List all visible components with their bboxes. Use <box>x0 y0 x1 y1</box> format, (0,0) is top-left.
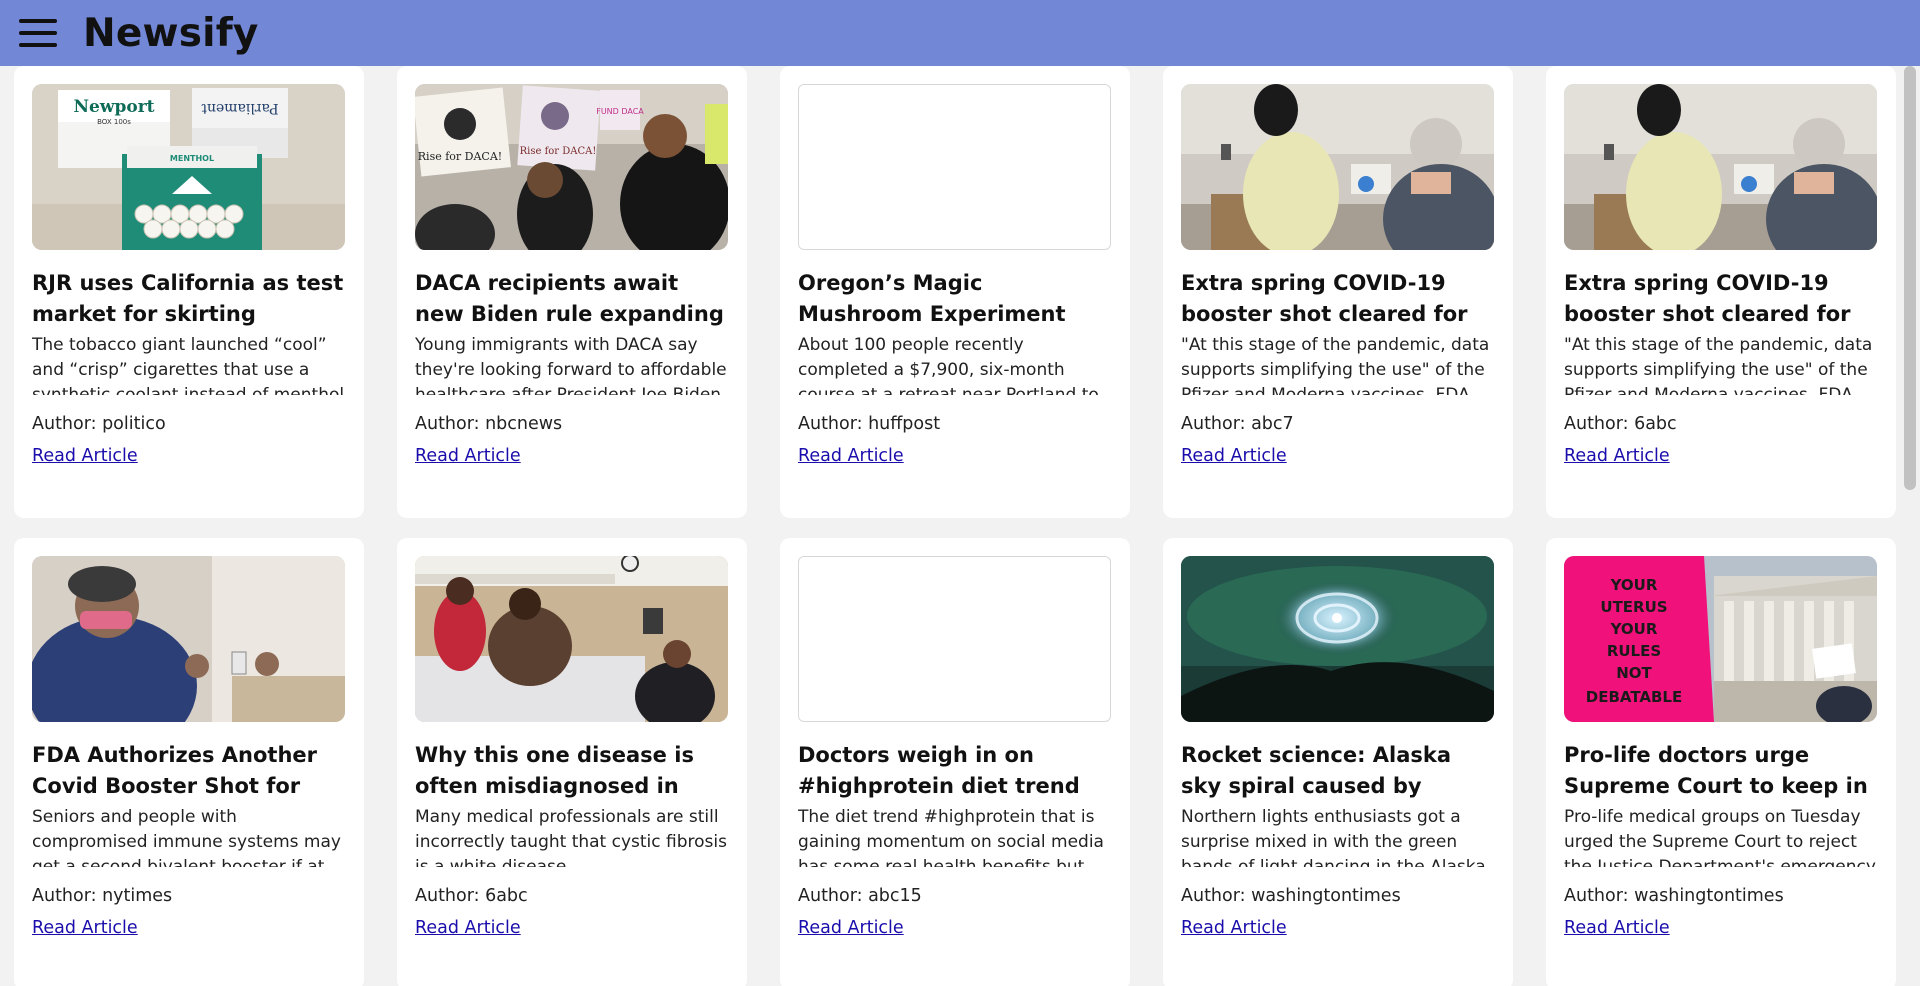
article-title: Doctors weigh in on #highprotein diet tr… <box>798 743 1080 798</box>
read-article-link[interactable]: Read Article <box>1564 446 1670 466</box>
svg-text:YOUR: YOUR <box>1610 620 1658 638</box>
article-grid: Newport BOX 100s Parliament MENTHOL RJR … <box>14 66 1896 986</box>
daca-protest-image: Rise for DACA! Rise for DACA! FUND DACA <box>415 84 728 250</box>
article-title: Pro-life doctors urge Supreme Court to k… <box>1564 743 1868 798</box>
article-description: Young immigrants with DACA say they're l… <box>415 335 727 395</box>
article-description: Many medical professionals are still inc… <box>415 807 727 867</box>
vertical-scrollbar[interactable] <box>1900 66 1920 986</box>
blank-image <box>798 556 1111 722</box>
article-title: Extra spring COVID-19 booster shot clear… <box>1181 271 1468 326</box>
clinic-patients-image <box>415 556 728 722</box>
svg-text:UTERUS: UTERUS <box>1600 598 1667 616</box>
vaccination-image <box>1564 84 1877 250</box>
read-article-link[interactable]: Read Article <box>1564 918 1670 938</box>
article-description: "At this stage of the pandemic, data sup… <box>1181 335 1490 395</box>
app-header: Newsify <box>0 0 1920 66</box>
blank-image <box>798 84 1111 250</box>
article-description: Pro-life medical groups on Tuesday urged… <box>1564 807 1876 867</box>
article-card: Oregon’s Magic Mushroom Experiment Advan… <box>780 66 1130 518</box>
article-card: Newport BOX 100s Parliament MENTHOL RJR … <box>14 66 364 518</box>
svg-text:FUND DACA: FUND DACA <box>596 107 644 116</box>
article-card: Why this one disease is often misdiagnos… <box>397 538 747 986</box>
article-author: Author: 6abc <box>1564 414 1677 434</box>
article-title: Why this one disease is often misdiagnos… <box>415 743 694 798</box>
app-title: Newsify <box>83 10 259 56</box>
article-author: Author: nytimes <box>32 886 173 906</box>
vaccine-vial-image <box>32 556 345 722</box>
article-author: Author: abc15 <box>798 886 922 906</box>
article-description: "At this stage of the pandemic, data sup… <box>1564 335 1873 395</box>
article-title: Extra spring COVID-19 booster shot clear… <box>1564 271 1851 326</box>
svg-text:Newport: Newport <box>73 97 154 117</box>
article-card: Extra spring COVID-19 booster shot clear… <box>1546 66 1896 518</box>
article-author: Author: politico <box>32 414 166 434</box>
hamburger-menu-icon[interactable] <box>19 17 57 49</box>
read-article-link[interactable]: Read Article <box>415 918 521 938</box>
article-title: Rocket science: Alaska sky spiral caused… <box>1181 743 1452 798</box>
svg-text:DEBATABLE: DEBATABLE <box>1586 688 1683 706</box>
read-article-link[interactable]: Read Article <box>798 446 904 466</box>
svg-text:MENTHOL: MENTHOL <box>170 154 214 163</box>
read-article-link[interactable]: Read Article <box>1181 446 1287 466</box>
read-article-link[interactable]: Read Article <box>1181 918 1287 938</box>
svg-text:RULES: RULES <box>1607 642 1661 660</box>
article-author: Author: abc7 <box>1181 414 1294 434</box>
read-article-link[interactable]: Read Article <box>32 446 138 466</box>
article-description: Seniors and people with compromised immu… <box>32 807 341 867</box>
menu-bar-line <box>19 19 57 23</box>
article-card: Rise for DACA! Rise for DACA! FUND DACA … <box>397 66 747 518</box>
article-author: Author: 6abc <box>415 886 528 906</box>
article-card: YOUR UTERUS YOUR RULES NOT DEBATABLE Pro… <box>1546 538 1896 986</box>
article-description: About 100 people recently completed a $7… <box>798 335 1099 395</box>
article-card: FDA Authorizes Another Covid Booster Sho… <box>14 538 364 986</box>
cigarette-packs-image: Newport BOX 100s Parliament MENTHOL <box>32 84 345 250</box>
svg-text:NOT: NOT <box>1616 664 1652 682</box>
vaccination-image <box>1181 84 1494 250</box>
article-card: Extra spring COVID-19 booster shot clear… <box>1163 66 1513 518</box>
article-description: The diet trend #highprotein that is gain… <box>798 807 1104 867</box>
article-title: RJR uses California as test market for s… <box>32 271 344 326</box>
scrollbar-thumb[interactable] <box>1904 66 1916 490</box>
read-article-link[interactable]: Read Article <box>32 918 138 938</box>
article-title: FDA Authorizes Another Covid Booster Sho… <box>32 743 318 798</box>
article-author: Author: nbcnews <box>415 414 563 434</box>
svg-text:YOUR: YOUR <box>1610 576 1658 594</box>
read-article-link[interactable]: Read Article <box>798 918 904 938</box>
menu-bar-line <box>19 43 57 47</box>
article-card: Rocket science: Alaska sky spiral caused… <box>1163 538 1513 986</box>
menu-bar-line <box>19 31 57 35</box>
article-title: DACA recipients await new Biden rule exp… <box>415 271 724 326</box>
article-author: Author: washingtontimes <box>1564 886 1784 906</box>
article-description: Northern lights enthusiasts got a surpri… <box>1181 807 1486 867</box>
supreme-court-protest-image: YOUR UTERUS YOUR RULES NOT DEBATABLE <box>1564 556 1877 722</box>
aurora-spiral-image <box>1181 556 1494 722</box>
svg-text:Parliament: Parliament <box>201 100 279 116</box>
svg-text:BOX 100s: BOX 100s <box>97 118 131 126</box>
read-article-link[interactable]: Read Article <box>415 446 521 466</box>
svg-text:Rise for DACA!: Rise for DACA! <box>418 150 502 163</box>
svg-text:Rise for DACA!: Rise for DACA! <box>520 146 597 157</box>
article-author: Author: huffpost <box>798 414 941 434</box>
article-card: Doctors weigh in on #highprotein diet tr… <box>780 538 1130 986</box>
article-author: Author: washingtontimes <box>1181 886 1401 906</box>
article-title: Oregon’s Magic Mushroom Experiment Advan… <box>798 271 1066 326</box>
article-description: The tobacco giant launched “cool” and “c… <box>32 335 345 395</box>
